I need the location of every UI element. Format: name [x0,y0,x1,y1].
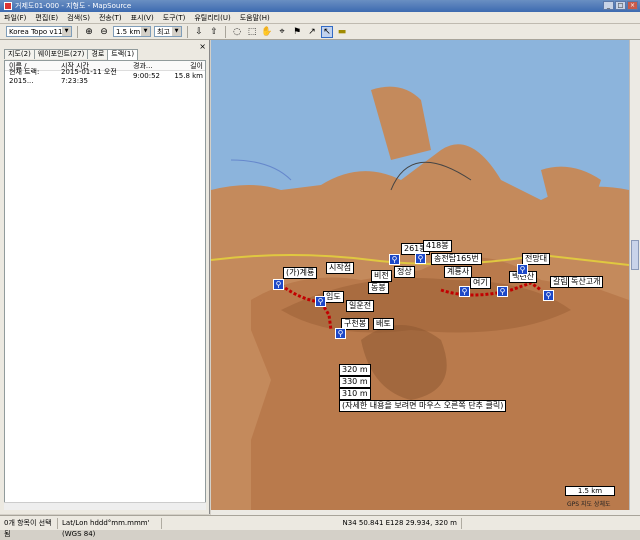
hiker-icon[interactable]: ⚲ [315,296,326,307]
track-start-time: 2015-01-11 오전 7:23:35 [61,68,117,85]
map-label[interactable]: 임도 [323,291,344,303]
route-tool-icon[interactable]: ↗ [306,26,318,38]
map-tooltip-hint: (자세한 내용을 보려면 마우스 오른쪽 단추 클릭) [339,400,507,412]
column-elapsed[interactable]: 경과... [133,61,173,71]
map-label[interactable]: 정상 [394,266,415,278]
menu-edit[interactable]: 편집(E) [35,13,58,23]
map-label[interactable]: 418봉 [423,240,452,252]
hiker-icon[interactable]: ⚲ [543,290,554,301]
topo-map-graphic [211,86,629,510]
map-scale-bar: 1.5 km [565,486,615,496]
track-tool-icon[interactable]: ▬ [336,26,348,38]
scale-select[interactable]: 1.5 km ▼ [113,26,151,37]
close-icon[interactable]: × [199,42,206,51]
scroll-thumb[interactable] [631,240,639,270]
chevron-down-icon: ▼ [62,27,71,36]
data-list-panel: × 지도(2) 웨이포인트(27) 경로 트랙(1) 이름 / 시작 시간 경과… [0,40,210,514]
hiker-icon[interactable]: ⚲ [517,264,528,275]
send-to-device-icon[interactable]: ⇧ [208,26,220,38]
scale-value: 1.5 km [116,27,141,36]
measure-tool-icon[interactable]: ⌖ [276,26,288,38]
hiker-icon[interactable]: ⚲ [335,328,346,339]
panel-tabs: 지도(2) 웨이포인트(27) 경로 트랙(1) [4,49,139,60]
map-product-select[interactable]: Korea Topo v11 ▼ [6,26,72,37]
window-controls: _ □ × [603,1,638,10]
zoom-out-icon[interactable]: ⊖ [98,26,110,38]
map-view[interactable]: 261봉 418봉 송전탑165번 계룡사 (가)계룡 시작점 비전 동봉 임도… [211,40,629,510]
map-label[interactable]: 배토 [373,318,394,330]
waypoint-flag-icon[interactable]: ⚑ [291,26,303,38]
window-title: 거제도01-000 - 지형도 - MapSource [15,2,132,10]
menu-tools[interactable]: 도구(T) [163,13,186,23]
list-item[interactable]: 현재 트랙: 2015... 2015-01-11 오전 7:23:35 9:0… [5,68,205,85]
map-credit: GPS 지도 상체도 [567,501,611,508]
elevation-label: 330 m [339,376,371,388]
coordinate-format: Lat/Lon hddd°mm.mmm' (WGS 84) [58,517,162,538]
menu-search[interactable]: 검색(S) [67,13,90,23]
minimize-button[interactable]: _ [603,1,614,10]
map-label[interactable]: 송전탑165번 [431,253,482,265]
toolbar: Korea Topo v11 ▼ ⊕ ⊖ 1.5 km ▼ 최고 ▼ ⇩ ⇧ ◌… [0,24,640,40]
receive-from-device-icon[interactable]: ⇩ [193,26,205,38]
tab-tracks[interactable]: 트랙(1) [107,49,139,60]
toolbar-divider [225,25,226,38]
map-label[interactable]: 일운전 [346,300,375,312]
map-label[interactable]: 동봉 [368,282,389,294]
toolbar-divider [77,25,78,38]
menu-utilities[interactable]: 유틸리티(U) [194,13,230,23]
app-icon [4,2,12,10]
close-button[interactable]: × [627,1,638,10]
tab-maps[interactable]: 지도(2) [4,49,35,59]
vertical-scrollbar[interactable] [629,40,640,510]
track-length: 15.8 km [174,72,203,80]
menu-help[interactable]: 도움말(H) [240,13,270,23]
hiker-icon[interactable]: ⚲ [273,279,284,290]
horizontal-scrollbar[interactable] [4,502,206,510]
map-label[interactable]: 비전 [371,270,392,282]
title-bar: 거제도01-000 - 지형도 - MapSource _ □ × [0,0,640,12]
status-bar: 0개 항목이 선택됨 Lat/Lon hddd°mm.mmm' (WGS 84)… [0,515,640,538]
select-tool-icon[interactable]: ⬚ [246,26,258,38]
chevron-down-icon: ▼ [172,27,181,36]
map-label[interactable]: (가)계룡 [283,267,318,279]
chevron-down-icon: ▼ [141,27,150,36]
menu-bar: 파일(F) 편집(E) 검색(S) 전송(T) 표시(V) 도구(T) 유틸리티… [0,12,640,24]
elevation-label: 320 m [339,364,371,376]
track-name: 현재 트랙: 2015... [9,68,40,85]
map-product-value: Korea Topo v11 [9,27,63,36]
column-length[interactable]: 길이 [173,61,203,71]
zoom-tool-icon[interactable]: ◌ [231,26,243,38]
elevation-label: 310 m [339,388,371,400]
track-list: 이름 / 시작 시간 경과... 길이 현재 트랙: 2015... 2015-… [4,60,206,510]
hiker-icon[interactable]: ⚲ [459,286,470,297]
track-elapsed: 9:00:52 [133,72,160,80]
selection-status: 0개 항목이 선택됨 [0,517,58,538]
menu-file[interactable]: 파일(F) [4,13,26,23]
map-label[interactable]: 시작점 [326,262,355,274]
maximize-button[interactable]: □ [615,1,626,10]
detail-value: 최고 [157,27,170,36]
hiker-icon[interactable]: ⚲ [389,254,400,265]
map-label[interactable]: 여기 [470,277,491,289]
pointer-icon[interactable]: ↖ [321,25,333,38]
pan-hand-icon[interactable]: ✋ [261,26,273,38]
tab-routes[interactable]: 경로 [87,49,109,59]
tab-waypoints[interactable]: 웨이포인트(27) [33,49,89,59]
map-label[interactable]: 계룡사 [444,266,473,278]
cursor-position: N34 50.841 E128 29.934, 320 m [162,517,462,529]
hiker-icon[interactable]: ⚲ [415,253,426,264]
menu-transfer[interactable]: 전송(T) [99,13,122,23]
zoom-in-icon[interactable]: ⊕ [83,26,95,38]
toolbar-divider [187,25,188,38]
map-label[interactable]: 독산고개 [568,276,604,288]
detail-select[interactable]: 최고 ▼ [154,26,182,37]
menu-view[interactable]: 표시(V) [131,13,154,23]
hiker-icon[interactable]: ⚲ [497,286,508,297]
